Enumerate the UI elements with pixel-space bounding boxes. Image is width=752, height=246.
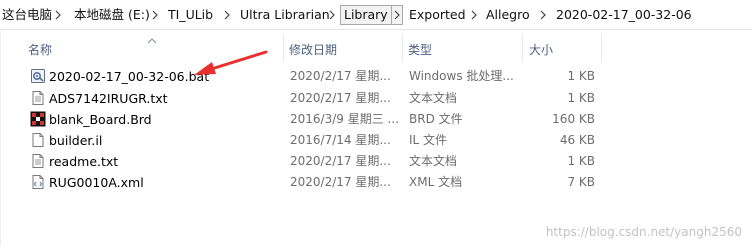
text-file-icon [30,90,46,106]
column-header-row: 名称 修改日期 类型 大小 [0,34,752,62]
file-row[interactable]: 2020-02-17_00-32-06.bat 2020/2/17 星期... … [0,66,752,87]
chevron-right-icon[interactable] [469,6,479,24]
file-type: 文本文档 [409,154,458,168]
breadcrumb-this-pc[interactable]: 这台电脑 [2,6,52,24]
file-type: 文本文档 [409,91,458,105]
file-name[interactable]: ADS7142IRUGR.txt [49,91,168,106]
breadcrumb-exported[interactable]: Exported [409,6,466,24]
file-name[interactable]: blank_Board.Brd [49,112,152,127]
generic-file-icon [30,132,46,148]
watermark-text: https://blog.csdn.net/yangh2560 [545,225,742,239]
column-header-size[interactable]: 大小 [529,41,553,58]
file-size: 160 KB [552,112,595,126]
file-name[interactable]: RUG0010A.xml [49,175,144,190]
chevron-right-icon[interactable] [222,6,232,24]
chevron-right-icon[interactable] [53,6,63,24]
address-bar: 这台电脑 本地磁盘 (E:) TI_ULib Ultra Librarian L… [0,0,752,30]
file-size: 7 KB [567,175,595,189]
column-divider[interactable] [402,34,403,62]
file-date: 2020/2/17 星期... [290,91,391,105]
file-size: 1 KB [567,69,595,83]
batch-file-icon [30,68,46,84]
column-divider[interactable] [283,34,284,62]
sort-ascending-icon [147,34,157,48]
file-type: BRD 文件 [409,112,463,126]
file-name[interactable]: 2020-02-17_00-32-06.bat [49,69,209,84]
chevron-right-icon[interactable] [150,6,160,24]
breadcrumb-ultra-librarian[interactable]: Ultra Librarian [240,6,330,24]
file-row[interactable]: ADS7142IRUGR.txt 2020/2/17 星期... 文本文档 1 … [0,88,752,109]
file-date: 2016/3/9 星期三 ... [290,112,399,126]
file-type: XML 文档 [409,175,463,189]
annotation-arrow-icon [190,48,270,83]
file-row[interactable]: RUG0010A.xml 2020/2/17 星期... XML 文档 7 KB [0,172,752,193]
file-size: 46 KB [559,133,595,147]
breadcrumb-local-disk[interactable]: 本地磁盘 (E:) [74,6,150,24]
file-size: 1 KB [567,91,595,105]
breadcrumb-library[interactable]: Library [340,5,392,25]
file-row[interactable]: blank_Board.Brd 2016/3/9 星期三 ... BRD 文件 … [0,109,752,130]
column-header-type[interactable]: 类型 [408,41,432,58]
breadcrumb-allegro[interactable]: Allegro [486,6,530,24]
breadcrumb-current-folder[interactable]: 2020-02-17_00-32-06 [556,6,692,24]
file-type: IL 文件 [409,133,448,147]
column-header-name[interactable]: 名称 [28,41,52,58]
breadcrumb-ti-ulib[interactable]: TI_ULib [168,6,213,24]
file-date: 2020/2/17 星期... [290,175,391,189]
file-name[interactable]: readme.txt [49,154,118,169]
file-date: 2016/7/14 星期... [290,133,391,147]
file-date: 2020/2/17 星期... [290,154,391,168]
file-date: 2020/2/17 星期... [290,69,391,83]
column-divider[interactable] [601,34,602,62]
chevron-right-icon[interactable] [391,5,403,25]
brd-file-icon [30,111,46,127]
file-size: 1 KB [567,154,595,168]
file-type: Windows 批处理... [409,69,514,83]
text-file-icon [30,153,46,169]
chevron-right-icon[interactable] [538,6,548,24]
file-row[interactable]: builder.il 2016/7/14 星期... IL 文件 46 KB [0,130,752,151]
chevron-right-icon[interactable] [327,6,337,24]
file-name[interactable]: builder.il [49,133,102,148]
xml-file-icon [30,174,46,190]
column-divider[interactable] [522,34,523,62]
file-row[interactable]: readme.txt 2020/2/17 星期... 文本文档 1 KB [0,151,752,172]
column-header-date[interactable]: 修改日期 [289,41,337,58]
